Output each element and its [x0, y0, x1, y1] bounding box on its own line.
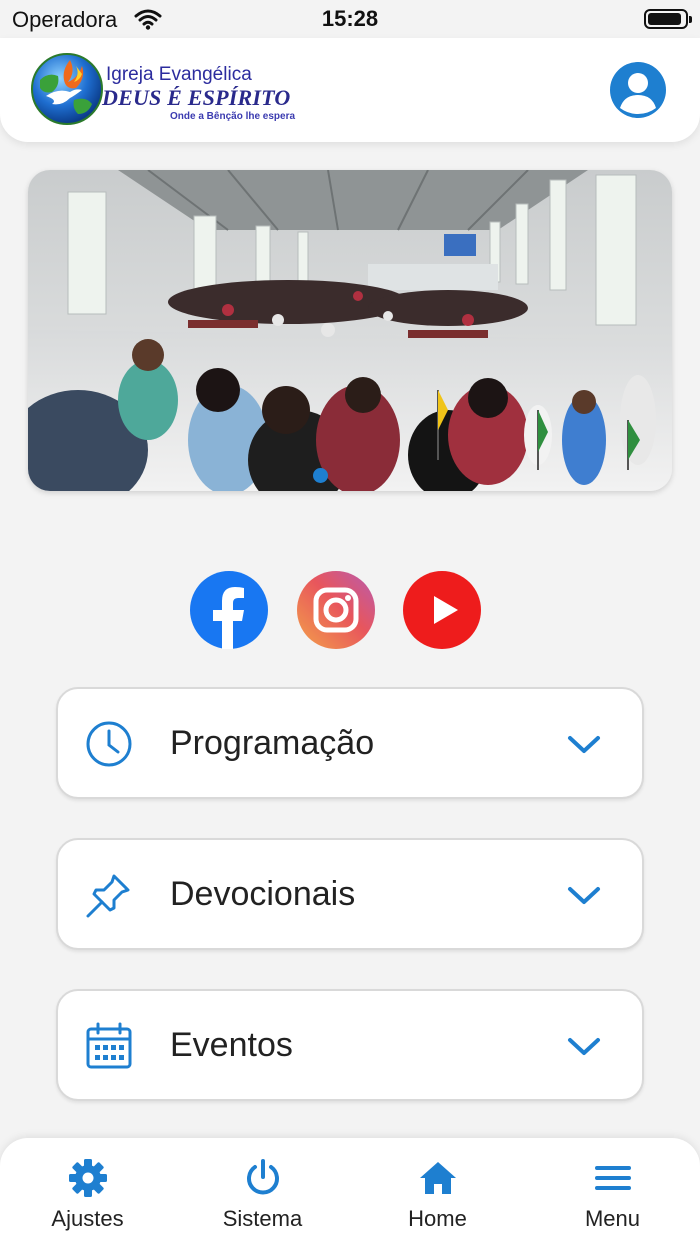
programacao-accordion[interactable]: Programação [56, 687, 644, 799]
facebook-button[interactable] [190, 571, 268, 649]
logo-title-line2: DEUS É ESPÍRITO [102, 85, 291, 110]
programacao-label: Programação [170, 724, 375, 762]
chevron-down-icon [568, 887, 600, 904]
nav-home-label: Home [408, 1206, 467, 1231]
nav-sistema-label: Sistema [222, 1206, 303, 1231]
church-logo[interactable]: Igreja Evangélica DEUS É ESPÍRITO Onde a… [30, 52, 310, 128]
home-icon [419, 1162, 456, 1194]
banner-carousel[interactable] [28, 170, 672, 491]
devocionais-accordion[interactable]: Devocionais [56, 838, 644, 950]
power-icon [246, 1159, 279, 1195]
status-bar: Operadora 15:28 [0, 0, 700, 38]
church-congregation-photo [28, 170, 672, 491]
youtube-icon [434, 596, 458, 624]
nav-menu[interactable]: Menu [525, 1138, 700, 1244]
chevron-down-icon [568, 736, 600, 753]
youtube-button[interactable] [403, 571, 481, 649]
chevron-down-icon [568, 1038, 600, 1055]
carousel-indicator-dot[interactable] [313, 468, 328, 483]
nav-home[interactable]: Home [350, 1138, 525, 1244]
battery-icon [644, 9, 692, 29]
app-header: Igreja Evangélica DEUS É ESPÍRITO Onde a… [0, 38, 700, 142]
battery-level [648, 13, 682, 25]
instagram-icon [313, 587, 359, 633]
devocionais-label: Devocionais [170, 875, 356, 913]
facebook-icon [213, 587, 244, 649]
profile-button[interactable] [610, 62, 666, 118]
nav-ajustes-label: Ajustes [51, 1206, 124, 1231]
gear-icon [68, 1159, 107, 1197]
globe-dove-logo-icon [31, 53, 103, 125]
bottom-navigation: Ajustes Sistema Home Menu [0, 1138, 700, 1244]
eventos-accordion[interactable]: Eventos [56, 989, 644, 1101]
hamburger-menu-icon [594, 1166, 631, 1190]
status-time: 15:28 [321, 6, 379, 31]
nav-ajustes[interactable]: Ajustes [0, 1138, 175, 1244]
user-circle-icon [620, 73, 656, 114]
logo-title-line1: Igreja Evangélica [106, 64, 252, 85]
pushpin-icon [86, 874, 130, 918]
logo-tagline: Onde a Bênção lhe espera [170, 111, 296, 122]
calendar-icon [86, 1022, 132, 1069]
clock-icon [86, 721, 132, 767]
nav-sistema[interactable]: Sistema [175, 1138, 350, 1244]
eventos-label: Eventos [170, 1026, 293, 1064]
instagram-button[interactable] [297, 571, 375, 649]
nav-menu-label: Menu [584, 1206, 641, 1231]
